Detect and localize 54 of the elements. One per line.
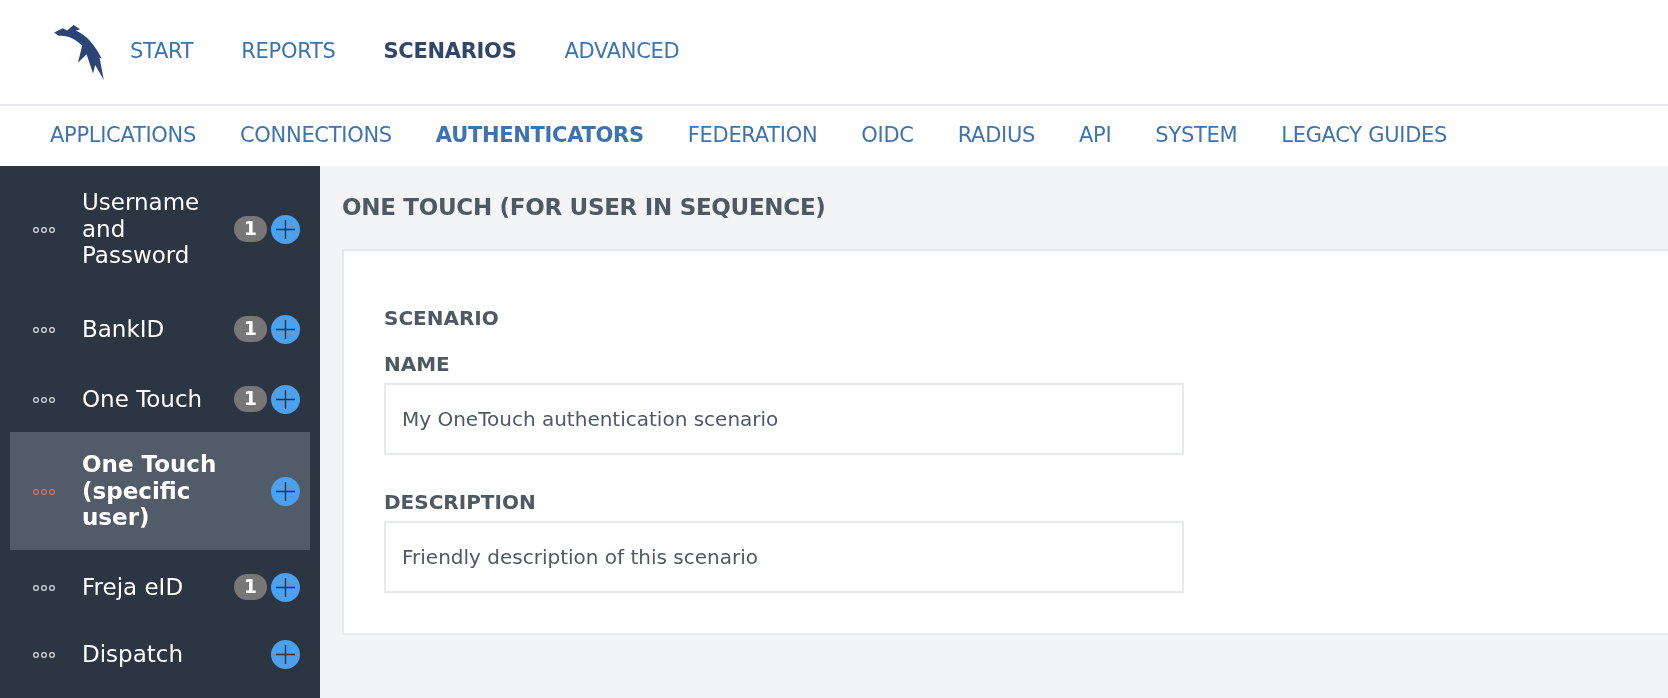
field-label: NAME — [384, 350, 451, 378]
sidebar-item[interactable]: One Touch 1 — [10, 366, 310, 432]
drag-handle-icon[interactable] — [32, 651, 56, 660]
nav-link[interactable]: SCENARIOS — [383, 36, 517, 68]
section-heading: SCENARIO — [384, 304, 500, 332]
item-label: Freja eID — [82, 573, 185, 601]
field-label: DESCRIPTION — [384, 488, 537, 516]
plus-icon — [276, 644, 295, 664]
drag-handle-icon[interactable] — [32, 226, 56, 235]
add-button[interactable] — [271, 314, 300, 344]
nav-link[interactable]: ADVANCED — [564, 36, 680, 68]
plus-icon — [276, 389, 295, 409]
count-badge: 1 — [233, 316, 267, 342]
plus-icon — [276, 577, 295, 597]
add-button[interactable] — [271, 384, 300, 414]
drag-handle-icon[interactable] — [32, 488, 56, 497]
sidebar-item[interactable]: BankID 1 — [10, 292, 310, 366]
subnav-link[interactable]: LEGACY GUIDES — [1281, 120, 1447, 152]
add-button[interactable] — [271, 572, 300, 602]
plus-icon — [276, 219, 295, 239]
item-label: BankID — [82, 315, 166, 343]
sidebar-item[interactable]: Dispatch — [10, 624, 310, 684]
count-badge: 1 — [233, 574, 267, 600]
text-field[interactable]: My OneTouch authentication scenario — [384, 382, 1184, 455]
nav-link[interactable]: REPORTS — [241, 36, 336, 68]
plus-icon — [276, 319, 295, 339]
text-field[interactable]: Friendly description of this scenario — [384, 520, 1184, 593]
sidebar-item[interactable]: Username and Password 1 — [10, 166, 310, 292]
drag-handle-icon[interactable] — [32, 396, 56, 405]
sidebar-item[interactable]: One Touch (specific user) — [10, 432, 310, 550]
item-label: One Touch — [82, 385, 204, 413]
add-button[interactable] — [271, 214, 300, 244]
bird-logo — [52, 23, 106, 81]
count-badge: 1 — [233, 216, 267, 242]
drag-handle-icon[interactable] — [32, 326, 56, 335]
subnav-link[interactable]: RADIUS — [957, 120, 1036, 152]
subnav-link[interactable]: APPLICATIONS — [50, 120, 196, 152]
sidebar-item[interactable]: Freja eID 1 — [10, 550, 310, 624]
plus-icon — [276, 481, 295, 501]
subnav-link[interactable]: AUTHENTICATORS — [435, 120, 644, 152]
add-button[interactable] — [271, 639, 300, 669]
nav-link[interactable]: START — [130, 36, 194, 68]
drag-handle-icon[interactable] — [32, 584, 56, 593]
subnav-link[interactable]: OIDC — [861, 120, 914, 152]
subnav-link[interactable]: SYSTEM — [1155, 120, 1238, 152]
subnav-link[interactable]: FEDERATION — [687, 120, 818, 152]
subnav-link[interactable]: API — [1079, 120, 1112, 152]
count-badge: 1 — [233, 386, 267, 412]
add-button[interactable] — [271, 476, 300, 506]
item-label: Username and Password — [82, 189, 201, 269]
page-title: ONE TOUCH (FOR USER IN SEQUENCE) — [342, 193, 827, 222]
item-label: Dispatch — [82, 640, 185, 668]
item-label: One Touch (specific user) — [82, 451, 218, 531]
subnav-link[interactable]: CONNECTIONS — [240, 120, 392, 152]
